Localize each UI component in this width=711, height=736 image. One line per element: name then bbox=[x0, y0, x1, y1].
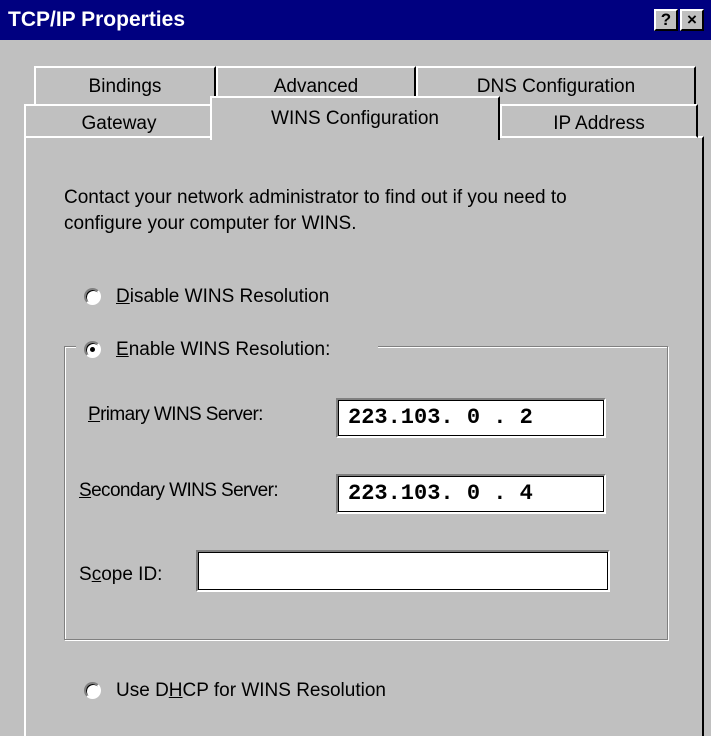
scope-id-input[interactable] bbox=[196, 550, 610, 592]
tab-ip-address[interactable]: IP Address bbox=[500, 104, 698, 138]
secondary-wins-server-input[interactable]: 223.103. 0 . 4 bbox=[336, 474, 606, 514]
secondary-wins-label: Secondary WINS Server: bbox=[79, 480, 279, 501]
close-button[interactable]: × bbox=[680, 9, 704, 31]
enable-wins-label[interactable]: Enable WINS Resolution: bbox=[116, 338, 330, 362]
use-dhcp-wins-radio[interactable] bbox=[84, 682, 101, 699]
tab-label: DNS Configuration bbox=[476, 76, 636, 97]
use-dhcp-wins-label[interactable]: Use DHCP for WINS Resolution bbox=[116, 679, 386, 703]
tab-bindings[interactable]: Bindings bbox=[34, 66, 216, 104]
scope-id-label: Scope ID: bbox=[79, 564, 163, 585]
close-icon: × bbox=[687, 10, 697, 29]
help-button[interactable]: ? bbox=[654, 9, 678, 31]
tab-wins-configuration[interactable]: WINS Configuration bbox=[210, 96, 500, 140]
primary-wins-label: Primary WINS Server: bbox=[88, 404, 263, 425]
tab-label: IP Address bbox=[553, 113, 645, 134]
tcpip-properties-window: TCP/IP Properties ? × Bindings Advanced … bbox=[0, 0, 711, 736]
tab-label: Gateway bbox=[81, 113, 157, 134]
tab-gateway[interactable]: Gateway bbox=[24, 104, 214, 138]
radio-selected-dot bbox=[90, 347, 95, 352]
title-bar[interactable]: TCP/IP Properties ? × bbox=[0, 0, 711, 40]
disable-wins-radio[interactable] bbox=[84, 288, 101, 305]
disable-wins-label[interactable]: Disable WINS Resolution bbox=[116, 285, 329, 309]
intro-text-line1: Contact your network administrator to fi… bbox=[64, 187, 567, 208]
tab-label: WINS Configuration bbox=[271, 108, 439, 129]
tab-label: Bindings bbox=[88, 76, 162, 97]
window-title: TCP/IP Properties bbox=[8, 8, 186, 31]
enable-wins-radio[interactable] bbox=[84, 341, 101, 358]
help-icon: ? bbox=[660, 10, 672, 29]
primary-wins-server-input[interactable]: 223.103. 0 . 2 bbox=[336, 398, 606, 438]
intro-text-line2: configure your computer for WINS. bbox=[64, 213, 357, 234]
